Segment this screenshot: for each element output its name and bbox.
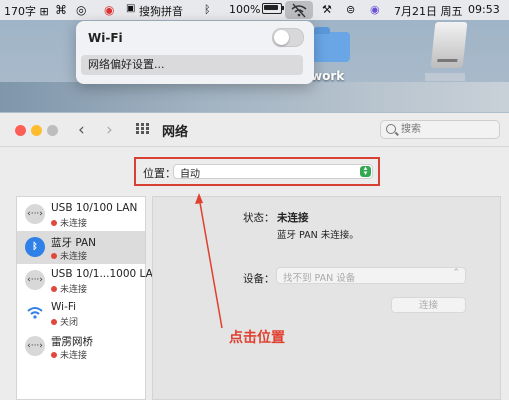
status-dot — [51, 253, 57, 259]
forward-button[interactable]: › — [106, 120, 113, 140]
service-status: 未连接 — [51, 249, 87, 262]
menubar-date[interactable]: 7月21日 周五 — [394, 3, 463, 19]
wifi-toggle[interactable] — [272, 28, 304, 47]
service-item-wifi[interactable]: Wi-Fi 关闭 — [17, 297, 145, 330]
select-arrows-icon: ▴ ▾ — [360, 165, 371, 177]
status-dot — [51, 286, 57, 292]
chevron-updown-icon: ⌃ — [452, 268, 460, 278]
zoom-button[interactable] — [47, 125, 58, 136]
search-icon — [386, 124, 396, 134]
control-center-icon[interactable]: ⊜ — [346, 3, 355, 16]
annotation-label: 点击位置 — [229, 330, 285, 346]
service-list: ‹···› USB 10/100 LAN 未连接 ᛒ 蓝牙 PAN 未连接 ‹·… — [16, 196, 161, 400]
connect-button[interactable]: 连接 — [391, 297, 466, 313]
tools-icon[interactable]: ⚒ — [322, 3, 332, 16]
battery-percent: 100% — [229, 3, 261, 16]
bluetooth-menu-icon[interactable]: ᛒ — [204, 3, 211, 16]
service-name: 蓝牙 PAN — [51, 237, 97, 249]
wifi-dropdown-menu: Wi-Fi 网络偏好设置... — [76, 21, 314, 84]
location-highlight-box: 位置： 自动 ▴ ▾ — [134, 157, 380, 186]
status-description: 蓝牙 PAN 未连接。 — [277, 230, 359, 241]
location-select[interactable]: 自动 ▴ ▾ — [173, 164, 373, 180]
service-item-thunderbolt-bridge[interactable]: ‹···› 雷雳网桥 未连接 — [17, 330, 145, 363]
device-label: 设备： — [243, 273, 275, 285]
toolbar-divider — [0, 146, 509, 147]
service-item-usb-lan[interactable]: ‹···› USB 10/100 LAN 未连接 — [17, 198, 145, 231]
battery-indicator[interactable]: 100% — [229, 3, 285, 16]
input-status[interactable]: 170字 ⊞ — [4, 3, 49, 19]
battery-icon — [262, 3, 285, 14]
close-button[interactable] — [15, 125, 26, 136]
disk-icon[interactable] — [430, 22, 468, 68]
service-status: 未连接 — [51, 348, 87, 361]
sogou-icon[interactable]: ▣ — [126, 3, 135, 14]
wifi-icon — [25, 303, 45, 323]
status-dot — [51, 319, 57, 325]
status-dot — [51, 352, 57, 358]
service-status: 关闭 — [51, 315, 78, 328]
record-icon[interactable]: ◉ — [104, 3, 114, 17]
wechat-icon[interactable]: ◎ — [76, 3, 86, 17]
desktop-wallpaper-strip — [0, 82, 509, 112]
search-field[interactable] — [380, 120, 500, 139]
service-name: USB 10/1...1000 LAN — [51, 268, 161, 280]
control-icon[interactable]: ⌘ — [55, 3, 67, 17]
service-status: 未连接 — [51, 216, 87, 229]
wifi-menu-button[interactable] — [285, 1, 313, 19]
network-preferences-window: ‹ › 网络 位置： 自动 ▴▾ ‹···› USB 10/100 LAN 未连… — [0, 113, 509, 400]
bluetooth-icon: ᛒ — [25, 237, 45, 257]
service-item-bluetooth-pan[interactable]: ᛒ 蓝牙 PAN 未连接 — [17, 231, 145, 264]
back-button[interactable]: ‹ — [78, 120, 85, 140]
location-label: 位置： — [143, 167, 176, 180]
wifi-off-icon — [291, 3, 307, 18]
show-all-grid-icon[interactable] — [136, 123, 150, 135]
menubar-time[interactable]: 09:53 — [468, 3, 500, 16]
status-label: 状态： — [243, 212, 275, 224]
minimize-button[interactable] — [31, 125, 42, 136]
status-dot — [51, 220, 57, 226]
device-select-value: 找不到 PAN 设备 — [283, 273, 356, 284]
desktop-folder-label[interactable]: work — [311, 69, 344, 83]
window-toolbar: ‹ › 网络 — [0, 113, 509, 146]
folder-icon[interactable] — [312, 27, 350, 62]
service-status: 未连接 — [51, 282, 87, 295]
service-item-usb-gigabit-lan[interactable]: ‹···› USB 10/1...1000 LAN 未连接 — [17, 264, 161, 297]
input-method-label[interactable]: 搜狗拼音 — [139, 3, 183, 19]
siri-icon[interactable]: ◉ — [370, 3, 380, 16]
menu-bar: 170字 ⊞ ⌘ ◎ ◉ ▣ 搜狗拼音 ᛒ 100% ⚒ ⊜ ◉ 7月21日 周… — [0, 0, 509, 20]
wifi-menu-title: Wi-Fi — [88, 31, 123, 45]
thunderbolt-bridge-icon: ‹···› — [25, 336, 45, 356]
ethernet-icon: ‹···› — [25, 204, 45, 224]
service-name: 雷雳网桥 — [51, 336, 93, 348]
desktop-blurred-label — [425, 73, 465, 81]
service-detail-panel: 状态： 未连接 蓝牙 PAN 未连接。 设备： 找不到 PAN 设备 ⌃ 连接 — [152, 196, 501, 400]
service-name: Wi-Fi — [51, 301, 77, 313]
window-title: 网络 — [162, 125, 189, 140]
ethernet-icon: ‹···› — [25, 270, 45, 290]
search-input[interactable] — [401, 122, 493, 137]
device-select[interactable]: 找不到 PAN 设备 ⌃ — [276, 267, 466, 284]
service-name: USB 10/100 LAN — [51, 202, 138, 214]
network-preferences-item[interactable]: 网络偏好设置... — [81, 55, 303, 75]
status-value: 未连接 — [277, 212, 309, 224]
location-value: 自动 — [180, 169, 200, 180]
